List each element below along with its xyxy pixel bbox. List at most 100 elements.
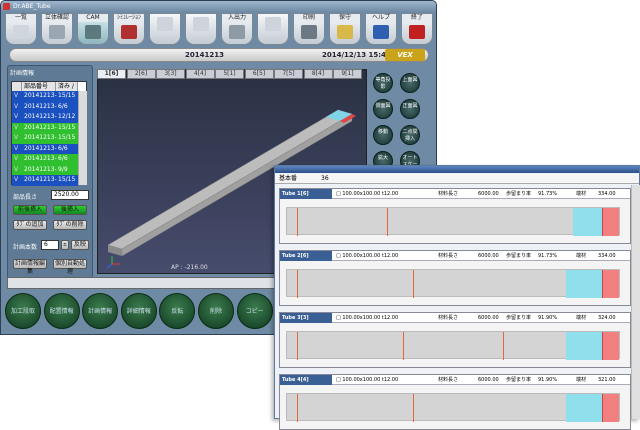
list-item[interactable]: V 20141213- 6/6 xyxy=(12,143,78,154)
view-button-2-1[interactable]: 二点間挿入 xyxy=(400,125,420,145)
list-item[interactable]: V 20141213- 15/15 xyxy=(12,122,78,133)
list-item-flag: V xyxy=(14,144,19,152)
auto-process-button[interactable]: 個別自動処理 xyxy=(53,259,87,275)
function-button-1[interactable]: 配置情報 xyxy=(43,293,80,329)
tube-window-scrollbar[interactable] xyxy=(631,185,640,419)
remnant-label: 端材 xyxy=(576,315,587,321)
view-button-0-0[interactable]: 等角投影 xyxy=(373,73,393,93)
tab-region xyxy=(565,332,603,360)
toolbar-button-3[interactable]: ｼﾐｭﾚｰｼｮﾝ xyxy=(113,13,145,45)
list-item[interactable]: V 20141213- 9/9 xyxy=(12,164,78,175)
plan-count-field[interactable]: 6 xyxy=(41,240,59,250)
tab-tube-6[interactable]: 6[5] xyxy=(244,69,274,79)
tube-bar[interactable] xyxy=(286,269,620,298)
remnant-value: 334.00 xyxy=(598,191,616,197)
reflect-button[interactable]: 反映 xyxy=(71,240,89,250)
toolbar-button-4[interactable] xyxy=(149,13,181,45)
toolbar-button-10[interactable]: ヘルプ xyxy=(365,13,397,45)
tube-header: Tube 3[3] □ 100.00x100.00 t12.00 材料長さ 6000.… xyxy=(280,313,630,323)
tube-bar[interactable] xyxy=(286,207,620,236)
yield-value: 91.90% xyxy=(538,377,558,383)
list-item[interactable]: V 20141213- 15/15 xyxy=(12,91,78,102)
function-button-3[interactable]: 詳細情報 xyxy=(120,293,157,329)
tube-spec: □ 100.00x100.00 t12.00 xyxy=(336,377,399,383)
list-item-part-number: 20141213- xyxy=(24,165,57,173)
list-item[interactable]: V 20141213- 6/6 xyxy=(12,101,78,112)
panel-title: 計画情報 xyxy=(10,70,35,77)
function-button-6[interactable]: コピー xyxy=(236,293,273,329)
tube-bar[interactable] xyxy=(286,331,620,360)
view-button-1-0[interactable]: 側面図 xyxy=(373,99,393,119)
list-item-part-number: 20141213- xyxy=(24,176,57,183)
plan-count-label: 計画本数 xyxy=(13,244,38,251)
list-item-flag: V xyxy=(14,134,19,141)
tab-region xyxy=(572,208,603,236)
list-icon xyxy=(13,25,29,39)
tab-tube-2[interactable]: 2[6] xyxy=(126,69,156,79)
list-header-done[interactable]: 済み / xyxy=(56,82,78,91)
toolbar-button-11[interactable]: 終了 xyxy=(401,13,433,45)
function-button-2[interactable]: 計画情報 xyxy=(82,293,119,329)
tube-row: Tube 4[4] □ 100.00x100.00 t12.00 材料長さ 6000.… xyxy=(279,374,631,430)
tab-tube-4[interactable]: 4[4] xyxy=(185,69,215,79)
toolbar-button-7[interactable] xyxy=(257,13,289,45)
blank-icon xyxy=(265,17,281,31)
yield-label: 歩留まり率 xyxy=(506,315,532,321)
toolbar-button-6[interactable]: 入出力 xyxy=(221,13,253,45)
tube-layout-window: 基本番 36 Tube 1[6] □ 100.00x100.00 t12.00 材料… xyxy=(274,165,640,430)
toolbar-button-1[interactable]: 立体確認 xyxy=(41,13,73,45)
tab-region xyxy=(565,394,603,422)
list-item[interactable]: V 20141213- 15/15 xyxy=(12,175,78,186)
plan-count-spinner[interactable]: ± xyxy=(61,240,69,250)
insert-back-button[interactable]: 後挿入 xyxy=(53,205,87,215)
view-button-1-1[interactable]: 正面図 xyxy=(400,99,420,119)
view-button-2-0[interactable]: 移動 xyxy=(373,125,393,145)
add-tab-button[interactable]: ﾀﾌﾞの追加 xyxy=(13,220,47,230)
list-item[interactable]: V 20141213- 6/6 xyxy=(12,154,78,165)
printer-icon xyxy=(301,25,317,39)
edit-plan-button[interactable]: 計画情報編集 xyxy=(13,259,47,275)
tube-bar[interactable] xyxy=(286,393,620,422)
toolbar-button-0[interactable]: 一覧 xyxy=(5,13,37,45)
toolbar-button-label: 一覧 xyxy=(6,14,36,22)
length-label: 材料長さ xyxy=(438,253,459,259)
list-header-part-number[interactable]: 部品番号 xyxy=(22,82,56,91)
remnant-value: 334.00 xyxy=(598,253,616,259)
tab-tube-8[interactable]: 8[4] xyxy=(303,69,333,79)
tab-tube-7[interactable]: 7[5] xyxy=(274,69,303,79)
toolbar-button-9[interactable]: 保守 xyxy=(329,13,361,45)
tube-spec: □ 100.00x100.00 t12.00 xyxy=(336,191,399,197)
list-item[interactable]: V 20141213- 12/12 xyxy=(12,112,78,123)
toolbar-button-5[interactable] xyxy=(185,13,217,45)
toolbar-button-label: ヘルプ xyxy=(366,14,396,22)
toolbar-button-label: 印刷 xyxy=(294,14,324,22)
part-length-field[interactable]: 2520.00 xyxy=(51,190,89,200)
tab-tube-1[interactable]: 1[6] xyxy=(97,69,126,79)
function-button-5[interactable]: 削除 xyxy=(198,293,234,329)
length-value: 6000.00 xyxy=(478,191,499,197)
list-item[interactable]: V 20141213- 15/15 xyxy=(12,133,78,144)
list-item-part-number: 20141213- xyxy=(24,113,57,120)
toolbar-button-8[interactable]: 印刷 xyxy=(293,13,325,45)
list-item-count: 6/6 xyxy=(58,144,68,152)
tab-tube-5[interactable]: 5[1] xyxy=(215,69,244,79)
tab-tube-3[interactable]: 3[3] xyxy=(156,69,185,79)
function-button-0[interactable]: 加工段取 xyxy=(5,293,41,329)
list-item-part-number: 20141213- xyxy=(24,134,57,141)
remnant-region xyxy=(602,332,619,360)
function-button-4[interactable]: 反転 xyxy=(159,293,196,329)
remnant-label: 端材 xyxy=(576,191,587,197)
parts-list[interactable]: 部品番号 済み / V 20141213- 15/15 V 20141213- 6/6 V 2… xyxy=(11,81,87,186)
delete-tab-button[interactable]: ﾀﾌﾞの削除 xyxy=(53,220,87,230)
view-button-0-1[interactable]: 上面図 xyxy=(400,73,420,93)
part-length-label: 部品長さ xyxy=(13,194,38,201)
tab-tube-9[interactable]: 9[1] xyxy=(333,69,362,79)
cut-line xyxy=(296,332,298,360)
toolbar-button-2[interactable]: CAM xyxy=(77,13,109,45)
tube-name: Tube 1[6] xyxy=(280,189,332,199)
list-item-count: 15/15 xyxy=(58,92,76,99)
list-scrollbar[interactable] xyxy=(78,91,87,185)
insert-front-back-button[interactable]: 前後挿入 xyxy=(13,205,47,215)
list-item-flag: V xyxy=(14,165,19,173)
list-item-count: 6/6 xyxy=(58,102,68,110)
